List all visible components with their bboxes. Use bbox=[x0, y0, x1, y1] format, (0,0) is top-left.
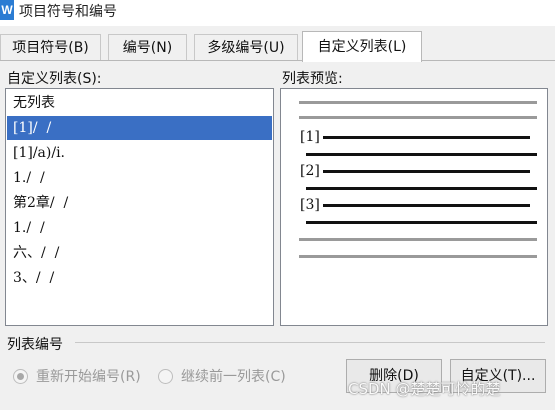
list-preview: [1] [2] [3] bbox=[280, 88, 548, 326]
dialog-title: 项目符号和编号 bbox=[19, 4, 117, 20]
tab-strip: 项目符号(B) 编号(N) 多级编号(U) 自定义列表(L) bbox=[0, 31, 555, 62]
preview-line bbox=[306, 153, 537, 156]
continue-list-option[interactable]: 继续前一列表(C) bbox=[158, 366, 286, 386]
list-item[interactable]: [1]/a)/i. bbox=[7, 141, 272, 165]
list-item[interactable]: 无列表 bbox=[7, 91, 272, 115]
preview-line bbox=[299, 116, 537, 119]
preview-marker: [1] bbox=[300, 129, 320, 145]
preview-marker: [2] bbox=[300, 163, 320, 179]
numbering-group-label: 列表编号 bbox=[7, 337, 63, 353]
tab-bullets[interactable]: 项目符号(B) bbox=[0, 34, 101, 62]
custom-list-label: 自定义列表(S): bbox=[7, 71, 102, 87]
preview-line bbox=[306, 221, 537, 224]
list-item[interactable]: 3、/ / bbox=[7, 266, 272, 290]
list-item[interactable]: 第2章/ / bbox=[7, 191, 272, 215]
preview-line bbox=[323, 136, 530, 139]
preview-line bbox=[323, 170, 530, 173]
list-item[interactable]: 1./ / bbox=[7, 216, 272, 240]
restart-label: 重新开始编号(R) bbox=[36, 369, 141, 385]
title-bar: W 项目符号和编号 bbox=[0, 0, 555, 26]
preview-line bbox=[299, 101, 537, 104]
preview-label: 列表预览: bbox=[282, 71, 343, 87]
preview-line bbox=[299, 238, 537, 241]
preview-line bbox=[306, 187, 537, 190]
list-item[interactable]: 六、/ / bbox=[7, 241, 272, 265]
preview-marker: [3] bbox=[300, 197, 320, 213]
tab-custom-list[interactable]: 自定义列表(L) bbox=[302, 31, 422, 62]
custom-list-box[interactable]: 无列表 [1]/ / [1]/a)/i. 1./ / 第2章/ / 1./ / … bbox=[5, 88, 274, 326]
watermark: CSDN @楚楚可怜的楚 bbox=[348, 380, 501, 398]
restart-numbering-option[interactable]: 重新开始编号(R) bbox=[13, 366, 141, 386]
wps-writer-icon: W bbox=[0, 0, 14, 20]
continue-radio[interactable] bbox=[158, 368, 173, 384]
list-item-selected[interactable]: [1]/ / bbox=[7, 116, 272, 140]
group-divider bbox=[75, 342, 545, 343]
tab-numbering[interactable]: 编号(N) bbox=[108, 34, 187, 62]
restart-radio[interactable] bbox=[13, 368, 28, 384]
preview-line bbox=[323, 204, 530, 207]
list-item[interactable]: 1./ / bbox=[7, 166, 272, 190]
continue-label: 继续前一列表(C) bbox=[181, 369, 286, 385]
preview-line bbox=[299, 255, 537, 258]
tab-multilevel[interactable]: 多级编号(U) bbox=[194, 34, 298, 62]
